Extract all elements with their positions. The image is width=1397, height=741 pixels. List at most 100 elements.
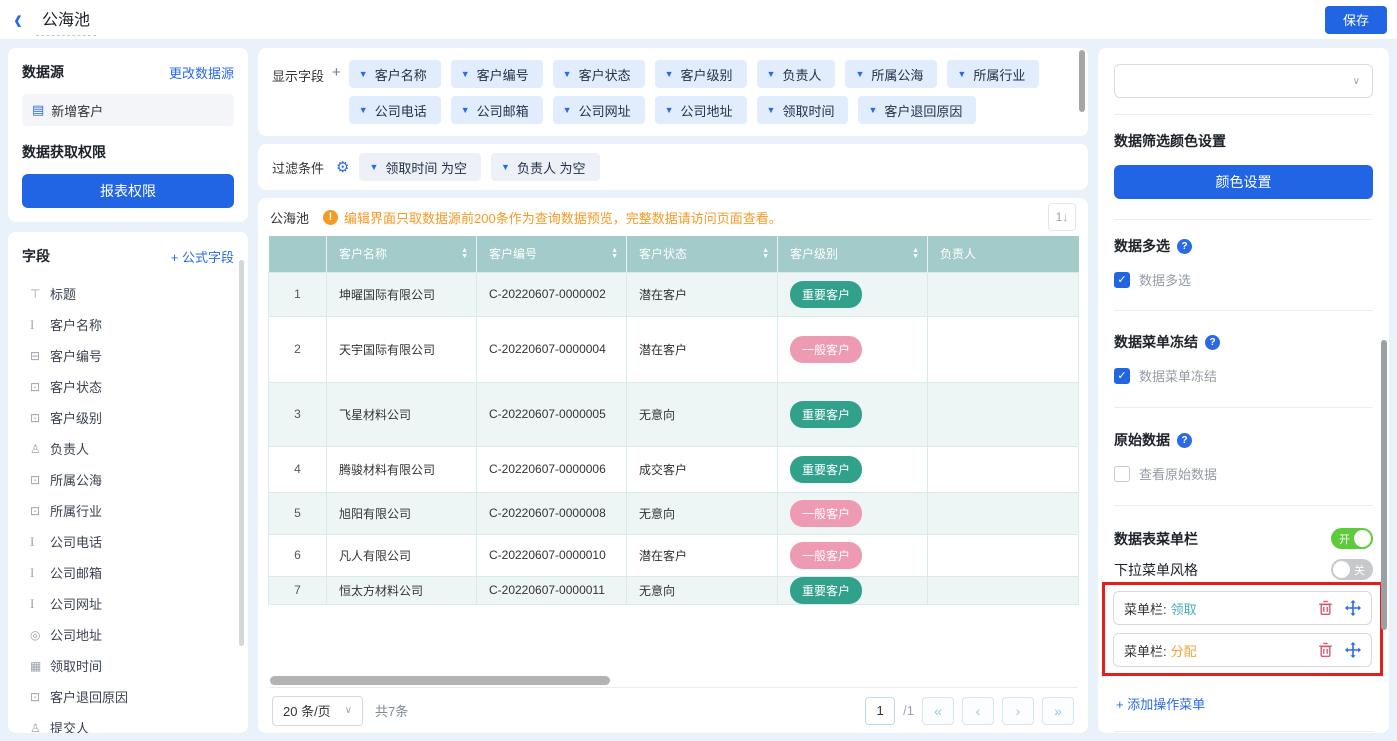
raw-data-checkbox-row[interactable]: 查看原始数据	[1114, 464, 1373, 483]
help-icon[interactable]: ?	[1205, 335, 1220, 350]
chevron-down-icon: ▼	[563, 69, 572, 79]
field-list-item[interactable]: 领取时间	[22, 650, 234, 681]
delete-icon[interactable]	[1318, 642, 1333, 658]
column-header[interactable]: 客户名称 ▲▼	[327, 236, 477, 272]
sort-order-button[interactable]: 1↓	[1048, 203, 1076, 231]
page-size-select[interactable]: 20 条/页 ∨	[272, 696, 363, 726]
field-list-item[interactable]: 标题	[22, 278, 234, 309]
field-list-item[interactable]: 负责人	[22, 433, 234, 464]
report-permission-button[interactable]: 报表权限	[22, 174, 234, 208]
customer-name-cell: 恒太方材料公司	[327, 576, 477, 604]
menubar-item[interactable]: 菜单栏: 领取	[1113, 591, 1372, 625]
menubar-item[interactable]: 菜单栏: 分配	[1113, 633, 1372, 667]
move-icon[interactable]	[1345, 600, 1361, 616]
display-field-chip[interactable]: ▼ 领取时间	[757, 96, 849, 124]
page-number-input[interactable]: 1	[865, 697, 895, 725]
chevron-down-icon: ▼	[665, 105, 674, 115]
display-field-chip[interactable]: ▼ 负责人	[757, 60, 836, 88]
display-field-chip[interactable]: ▼ 公司地址	[655, 96, 747, 124]
display-field-chip[interactable]: ▼ 所属公海	[845, 60, 937, 88]
table-row[interactable]: 7 恒太方材料公司 C-20220607-0000011 无意向 重要客户	[269, 576, 1079, 604]
horizontal-scrollbar[interactable]	[270, 676, 610, 685]
display-field-chip[interactable]: ▼ 公司电话	[349, 96, 441, 124]
datasource-item[interactable]: ▤ 新增客户	[22, 94, 234, 126]
change-datasource-link[interactable]: 更改数据源	[169, 63, 234, 82]
next-page-button[interactable]: ›	[1002, 697, 1034, 725]
field-list-item[interactable]: 提交人	[22, 712, 234, 733]
checkbox-unchecked[interactable]	[1114, 466, 1130, 482]
sort-arrows-icon[interactable]: ▲▼	[912, 248, 919, 260]
top-dropdown-select[interactable]: ∨	[1114, 64, 1373, 98]
display-field-chip[interactable]: ▼ 所属行业	[947, 60, 1039, 88]
save-button[interactable]: 保存	[1325, 6, 1387, 34]
back-icon[interactable]: ‹	[14, 6, 22, 34]
prev-page-button[interactable]: ‹	[962, 697, 994, 725]
multi-select-checkbox-row[interactable]: ✓ 数据多选	[1114, 270, 1373, 289]
owner-cell	[928, 492, 1079, 534]
page-title[interactable]: 公海池	[36, 4, 96, 36]
add-action-menu-link[interactable]: + 添加操作菜单	[1116, 694, 1205, 713]
customer-code-cell: C-20220607-0000004	[477, 316, 627, 382]
checkbox-checked[interactable]: ✓	[1114, 368, 1130, 384]
field-list-item[interactable]: 所属公海	[22, 464, 234, 495]
add-display-field-icon[interactable]: +	[332, 60, 341, 124]
field-label: 负责人	[50, 439, 89, 458]
table-row[interactable]: 4 腾骏材料有限公司 C-20220607-0000006 成交客户 重要客户	[269, 446, 1079, 492]
sort-arrows-icon[interactable]: ▲▼	[762, 248, 769, 260]
display-field-chip[interactable]: ▼ 客户退回原因	[858, 96, 976, 124]
document-icon: ▤	[32, 102, 44, 118]
checkbox-checked[interactable]: ✓	[1114, 272, 1130, 288]
page-size-value: 20 条/页	[283, 701, 331, 720]
fields-scrollbar[interactable]	[239, 260, 244, 646]
column-header[interactable]: 负责人	[928, 236, 1079, 272]
display-field-chip[interactable]: ▼ 客户级别	[655, 60, 747, 88]
field-list-item[interactable]: 公司网址	[22, 588, 234, 619]
color-settings-button[interactable]: 颜色设置	[1114, 165, 1373, 199]
help-icon[interactable]: ?	[1177, 239, 1192, 254]
raw-data-title: 原始数据 ?	[1114, 430, 1373, 450]
add-formula-field-link[interactable]: + 公式字段	[171, 247, 234, 266]
field-list-item[interactable]: 公司电话	[22, 526, 234, 557]
table-row[interactable]: 5 旭阳有限公司 C-20220607-0000008 无意向 一般客户	[269, 492, 1079, 534]
field-list-item[interactable]: 客户状态	[22, 371, 234, 402]
level-badge: 一般客户	[790, 542, 862, 569]
field-list-item[interactable]: 客户编号	[22, 340, 234, 371]
column-header[interactable]: 客户状态 ▲▼	[627, 236, 778, 272]
move-icon[interactable]	[1345, 642, 1361, 658]
checkbox-label: 数据菜单冻结	[1139, 366, 1217, 385]
filter-chip[interactable]: ▼ 负责人 为空	[491, 153, 600, 181]
field-list-item[interactable]: 公司邮箱	[22, 557, 234, 588]
delete-icon[interactable]	[1318, 600, 1333, 616]
sort-arrows-icon[interactable]: ▲▼	[461, 248, 468, 260]
field-list-item[interactable]: 所属行业	[22, 495, 234, 526]
panel-scrollbar[interactable]	[1381, 340, 1387, 630]
middle-scrollbar[interactable]	[1079, 50, 1085, 112]
chip-label: 所属公海	[871, 65, 923, 84]
table-menubar-toggle-on[interactable]: 开	[1331, 528, 1373, 549]
field-list-item[interactable]: 公司地址	[22, 619, 234, 650]
last-page-button[interactable]: »	[1042, 697, 1074, 725]
gear-icon[interactable]: ⚙	[336, 158, 349, 176]
sort-arrows-icon[interactable]: ▲▼	[611, 248, 618, 260]
display-field-chip[interactable]: ▼ 客户状态	[553, 60, 645, 88]
display-field-chip[interactable]: ▼ 客户编号	[451, 60, 543, 88]
display-field-chip[interactable]: ▼ 客户名称	[349, 60, 441, 88]
column-header[interactable]: 客户编号 ▲▼	[477, 236, 627, 272]
menu-freeze-checkbox-row[interactable]: ✓ 数据菜单冻结	[1114, 366, 1373, 385]
field-list-item[interactable]: 客户级别	[22, 402, 234, 433]
field-list-item[interactable]: 客户名称	[22, 309, 234, 340]
table-row[interactable]: 6 凡人有限公司 C-20220607-0000010 潜在客户 一般客户	[269, 534, 1079, 576]
help-icon[interactable]: ?	[1177, 433, 1192, 448]
dropdown-style-toggle-off[interactable]: 关	[1331, 559, 1373, 580]
table-row[interactable]: 1 坤曜国际有限公司 C-20220607-0000002 潜在客户 重要客户	[269, 272, 1079, 316]
column-header[interactable]: 客户级别 ▲▼	[778, 236, 928, 272]
filter-chip[interactable]: ▼ 领取时间 为空	[359, 153, 481, 181]
display-field-chip[interactable]: ▼ 公司网址	[553, 96, 645, 124]
first-page-button[interactable]: «	[922, 697, 954, 725]
customer-name-cell: 旭阳有限公司	[327, 492, 477, 534]
table-row[interactable]: 3 飞星材料公司 C-20220607-0000005 无意向 重要客户	[269, 382, 1079, 446]
display-field-chip[interactable]: ▼ 公司邮箱	[451, 96, 543, 124]
pagination-bar: 20 条/页 ∨ 共7条 1 /1 « ‹ › »	[268, 687, 1078, 733]
field-list-item[interactable]: 客户退回原因	[22, 681, 234, 712]
table-row[interactable]: 2 天宇国际有限公司 C-20220607-0000004 潜在客户 一般客户	[269, 316, 1079, 382]
